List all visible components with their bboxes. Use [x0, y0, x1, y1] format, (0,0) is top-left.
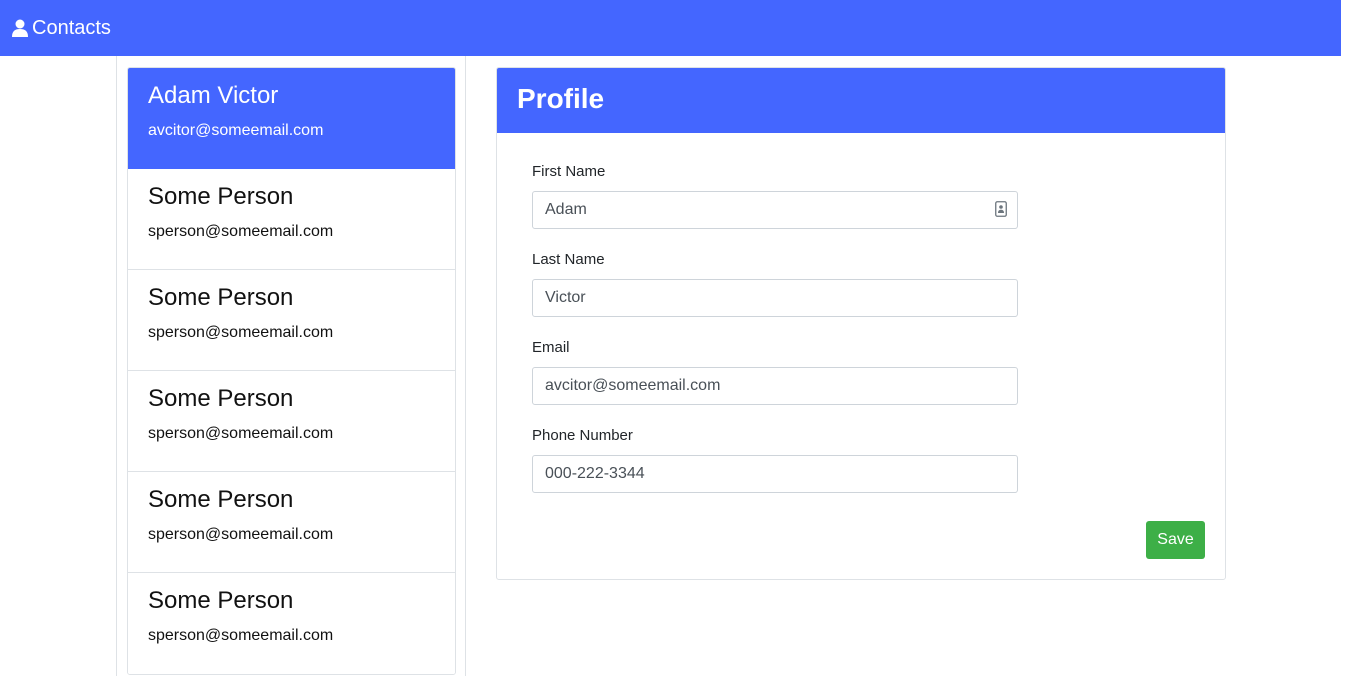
phone-label: Phone Number: [532, 427, 633, 444]
contact-email: sperson@someemail.com: [148, 526, 334, 543]
email-group: Email: [532, 339, 1190, 405]
email-field[interactable]: [532, 367, 1018, 405]
contact-name: Some Person: [148, 385, 294, 412]
contact-name: Some Person: [148, 486, 294, 513]
save-button[interactable]: Save: [1146, 521, 1205, 559]
last-name-field[interactable]: [532, 279, 1018, 317]
contacts-sidebar: Adam Victor avcitor@someemail.com Some P…: [116, 56, 466, 676]
phone-field[interactable]: [532, 455, 1018, 493]
contact-email: sperson@someemail.com: [148, 627, 334, 644]
contact-card-icon[interactable]: [995, 201, 1007, 217]
contact-email: sperson@someemail.com: [148, 425, 334, 442]
contact-item[interactable]: Some Person sperson@someemail.com: [128, 371, 455, 472]
contact-email: sperson@someemail.com: [148, 223, 334, 240]
profile-title: Profile: [497, 68, 1225, 133]
brand-link[interactable]: Contacts: [12, 17, 111, 40]
contact-email: sperson@someemail.com: [148, 324, 334, 341]
contact-email: avcitor@someemail.com: [148, 122, 324, 139]
contact-item-selected[interactable]: Adam Victor avcitor@someemail.com: [128, 68, 455, 169]
first-name-wrap: [532, 191, 1018, 229]
user-icon: [12, 19, 28, 37]
last-name-group: Last Name: [532, 251, 1190, 317]
contact-item[interactable]: Some Person sperson@someemail.com: [128, 270, 455, 371]
email-label: Email: [532, 339, 570, 356]
phone-group: Phone Number: [532, 427, 1190, 493]
brand-label: Contacts: [32, 16, 111, 39]
profile-form: First Name Last Name Email Phone Num: [497, 133, 1225, 559]
contact-name: Adam Victor: [148, 82, 279, 109]
contact-item[interactable]: Some Person sperson@someemail.com: [128, 169, 455, 270]
contact-item[interactable]: Some Person sperson@someemail.com: [128, 573, 455, 674]
top-navbar: Contacts: [0, 0, 1341, 56]
last-name-label: Last Name: [532, 251, 605, 268]
first-name-group: First Name: [532, 163, 1190, 229]
contact-name: Some Person: [148, 284, 294, 311]
contact-list: Adam Victor avcitor@someemail.com Some P…: [127, 67, 456, 675]
first-name-label: First Name: [532, 163, 606, 180]
contact-item[interactable]: Some Person sperson@someemail.com: [128, 472, 455, 573]
first-name-field[interactable]: [532, 191, 1018, 229]
contact-name: Some Person: [148, 587, 294, 614]
profile-card: Profile First Name Last Name Email: [496, 67, 1226, 580]
contact-name: Some Person: [148, 183, 294, 210]
